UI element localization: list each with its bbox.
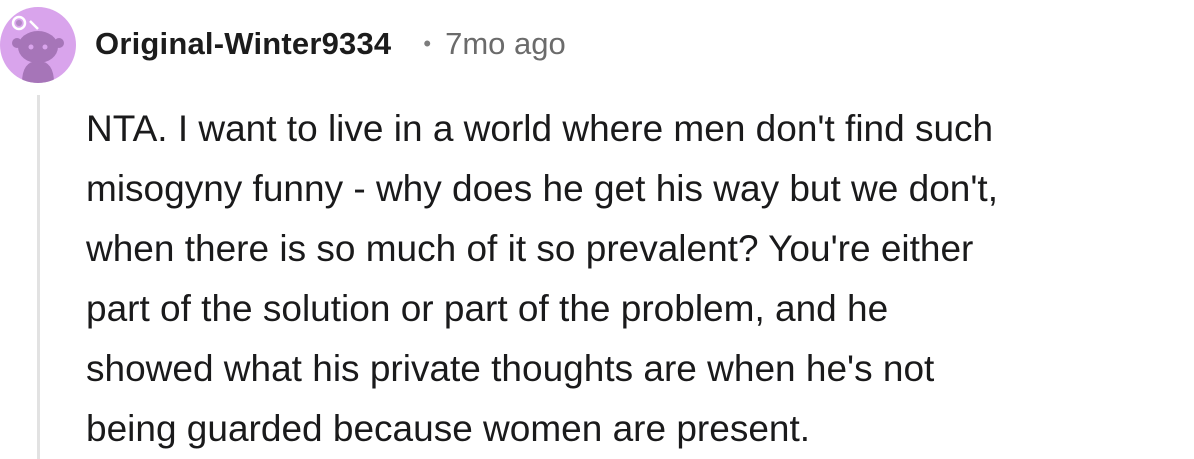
comment-meta: Original-Winter9334 • 7mo ago (95, 22, 566, 66)
thread-line[interactable] (37, 95, 40, 459)
comment-body: NTA. I want to live in a world where men… (86, 99, 1186, 459)
separator-dot: • (423, 31, 432, 56)
comment: Original-Winter9334 • 7mo ago NTA. I wan… (0, 0, 1194, 459)
reddit-snoo-avatar-icon (11, 15, 64, 83)
avatar[interactable] (0, 7, 76, 83)
comment-body-line: being guarded because women are present. (86, 408, 811, 449)
comment-body-line: showed what his private thoughts are whe… (86, 348, 935, 389)
comment-body-line: NTA. I want to live in a world where men… (86, 108, 994, 149)
timestamp[interactable]: 7mo ago (445, 26, 566, 62)
comment-body-line: when there is so much of it so prevalent… (86, 228, 974, 269)
comment-body-line: part of the solution or part of the prob… (86, 288, 889, 329)
comment-body-line: misogyny funny - why does he get his way… (86, 168, 998, 209)
username-link[interactable]: Original-Winter9334 (95, 26, 391, 62)
